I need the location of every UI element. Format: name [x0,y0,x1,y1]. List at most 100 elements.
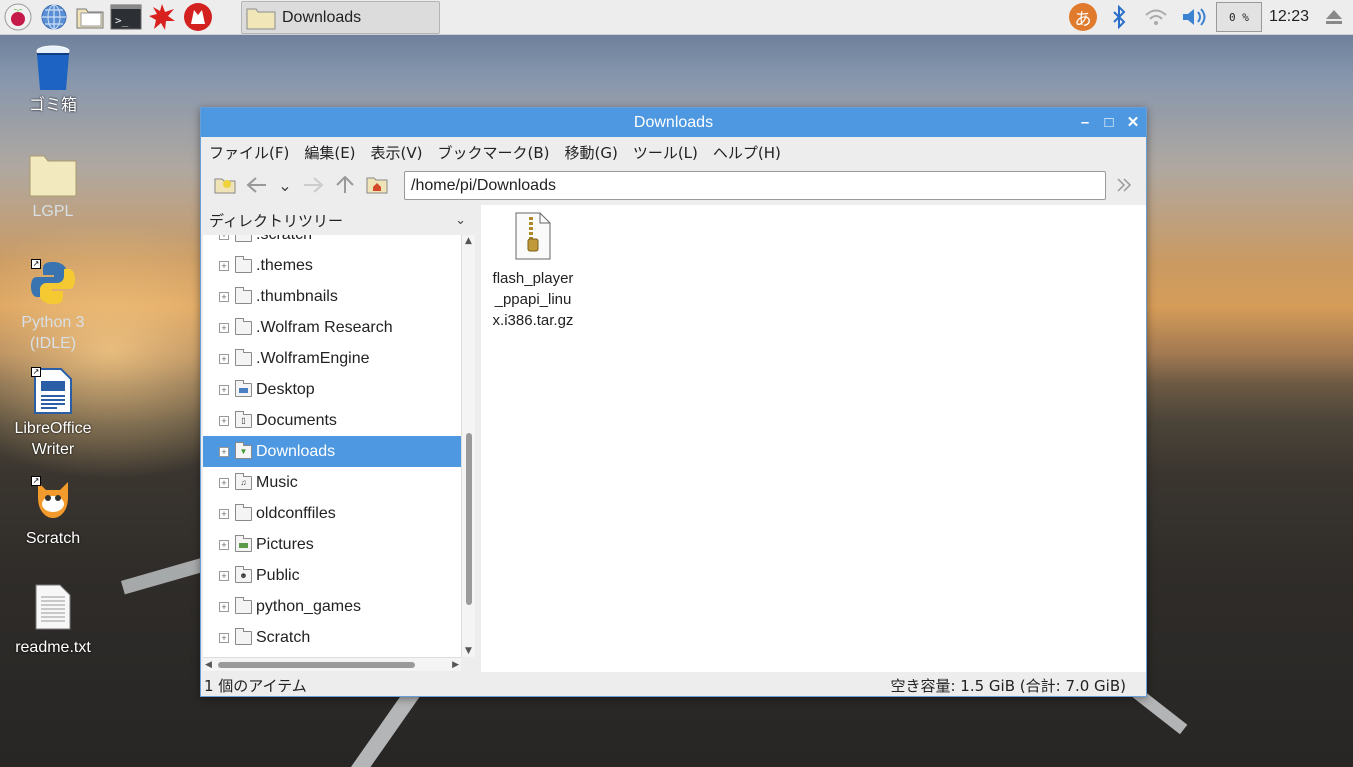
scroll-thumb[interactable] [218,662,415,668]
minimize-icon[interactable]: – [1078,115,1092,130]
tree-vertical-scrollbar[interactable]: ▲ ▼ [461,235,475,657]
expand-icon[interactable]: + [219,260,229,271]
expand-icon[interactable]: + [219,570,229,581]
tree-item-label: .WolframEngine [256,349,370,367]
menu-go[interactable]: 移動(G) [565,142,618,163]
tree-item-python-games[interactable]: + python_games [203,591,461,622]
expand-icon[interactable]: + [219,322,229,333]
tree-item-wolfram-research[interactable]: + .Wolfram Research [203,312,461,343]
tree-item[interactable]: + .scratch [203,235,461,250]
file-item[interactable]: flash_player _ppapi_linu x.i386.tar.gz [485,211,581,331]
file-manager-icon[interactable] [72,0,108,34]
tree-item-themes[interactable]: + .themes [203,250,461,281]
tree-item-oldconffiles[interactable]: + oldconffiles [203,498,461,529]
item-count: 1 個のアイテム [204,676,307,695]
ime-icon[interactable]: あ [1065,0,1101,34]
wifi-icon[interactable] [1137,0,1175,34]
sidebar-mode-selector[interactable]: ディレクトリツリー ⌄ [201,205,476,235]
window-titlebar[interactable]: Downloads – □ ✕ [201,108,1146,137]
tree-item-label: .themes [256,256,313,274]
file-list-pane[interactable]: flash_player _ppapi_linu x.i386.tar.gz [481,205,1146,672]
expand-icon[interactable]: + [219,353,229,364]
mathematica-icon[interactable] [144,0,180,34]
desktop-icon-scratch[interactable]: ↗ Scratch [3,476,103,549]
menubar: ファイル(F) 編集(E) 表示(V) ブックマーク(B) 移動(G) ツール(… [201,137,1146,167]
expand-icon[interactable]: + [219,235,229,240]
forward-icon[interactable] [299,171,327,199]
desktop-icon-label: LGPL [32,203,74,220]
window-title: Downloads [633,113,714,131]
tree-item-label: oldconffiles [256,504,336,522]
new-tab-icon[interactable] [211,171,239,199]
scroll-down-icon[interactable]: ▼ [462,645,475,657]
tree-item-label: Documents [256,411,337,429]
terminal-icon[interactable]: >_ [108,0,144,34]
folder-icon [235,596,252,614]
volume-icon[interactable] [1175,0,1215,34]
desktop-icon-python[interactable]: ↗ Python 3 (IDLE) [3,259,103,354]
tree-item-label: Public [256,566,300,584]
expand-icon[interactable]: + [219,291,229,302]
directory-tree: + .scratch + .themes + .thumbnails + [203,235,461,657]
expand-icon[interactable]: + [219,477,229,488]
scroll-thumb[interactable] [466,433,472,605]
scroll-left-icon[interactable]: ◀ [205,660,212,670]
path-input[interactable]: /home/pi/Downloads [404,171,1106,200]
scroll-up-icon[interactable]: ▲ [462,235,475,247]
tree-item-pictures[interactable]: + Pictures [203,529,461,560]
back-icon[interactable] [243,171,271,199]
scroll-right-icon[interactable]: ▶ [452,660,459,670]
desktop-icon-label: readme.txt [15,639,91,656]
expand-icon[interactable]: + [219,508,229,519]
tree-item-wolframengine[interactable]: + .WolframEngine [203,343,461,374]
taskbar-downloads-button[interactable]: Downloads [241,1,440,34]
expand-icon[interactable]: + [219,539,229,550]
eject-icon[interactable] [1315,0,1353,34]
tree-item-music[interactable]: + ♫ Music [203,467,461,498]
menu-view[interactable]: 表示(V) [371,142,423,163]
home-icon[interactable] [363,171,391,199]
web-browser-icon[interactable] [36,0,72,34]
folder-icon [235,503,252,521]
desktop-icon-readme[interactable]: readme.txt [3,583,103,658]
tree-item-documents[interactable]: + ▯ Documents [203,405,461,436]
maximize-icon[interactable]: □ [1102,115,1116,130]
menu-help[interactable]: ヘルプ(H) [713,142,781,163]
go-icon[interactable] [1112,173,1136,197]
cpu-monitor[interactable]: 0 % [1215,2,1262,32]
menu-bookmarks[interactable]: ブックマーク(B) [438,142,550,163]
tree-item-thumbnails[interactable]: + .thumbnails [203,281,461,312]
toolbar: ⌄ /home/pi/Downloads [201,167,1146,203]
expand-icon[interactable]: + [219,384,229,395]
tree-horizontal-scrollbar[interactable]: ◀ ▶ [203,657,461,671]
tree-item-public[interactable]: + ☻ Public [203,560,461,591]
desktop-icon-label-line2: Writer [31,441,75,458]
tree-item-scratch[interactable]: + Scratch [203,622,461,653]
menu-file[interactable]: ファイル(F) [209,142,289,163]
expand-icon[interactable]: + [219,415,229,426]
tree-item-label: Downloads [256,442,336,460]
window-controls: – □ ✕ [1078,108,1140,137]
directory-tree-pane: ディレクトリツリー ⌄ + .scratch + .themes + .thum [201,205,476,672]
desktop-icon-libreoffice-writer[interactable]: ↗ LibreOffice Writer [3,367,103,460]
expand-icon[interactable]: + [219,601,229,612]
bluetooth-icon[interactable] [1101,0,1137,34]
tree-item-desktop[interactable]: + Desktop [203,374,461,405]
wolfram-icon[interactable] [180,0,216,34]
expand-icon[interactable]: + [219,632,229,643]
tree-item-downloads[interactable]: + ▼ Downloads [203,436,461,467]
tree-item-label: python_games [256,597,361,615]
raspberry-menu-icon[interactable] [0,0,36,34]
history-dropdown-icon[interactable]: ⌄ [275,171,295,199]
tree-item-label: Music [256,473,298,491]
clock[interactable]: 12:23 [1263,0,1315,34]
desktop-icon-lgpl[interactable]: LGPL [3,152,103,222]
expand-icon[interactable]: + [219,446,229,457]
system-tray: あ 0 % 12:23 [1065,0,1353,34]
up-icon[interactable] [331,171,359,199]
menu-edit[interactable]: 編集(E) [304,142,355,163]
close-icon[interactable]: ✕ [1126,115,1140,130]
desktop-icon-trash[interactable]: ゴミ箱 [3,44,103,116]
shortcut-arrow-icon: ↗ [31,476,41,486]
menu-tools[interactable]: ツール(L) [633,142,698,163]
